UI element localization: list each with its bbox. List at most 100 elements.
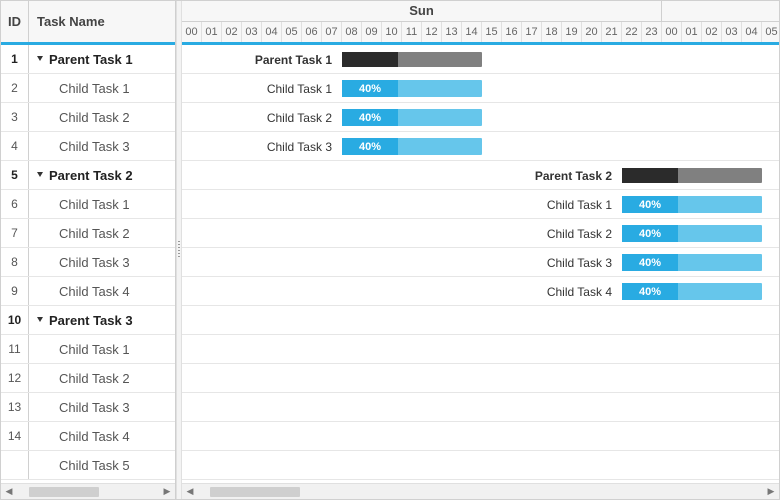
table-row[interactable]: 9Child Task 4 <box>1 277 175 306</box>
chart-row: Child Task 340% <box>182 248 779 277</box>
scroll-track[interactable] <box>198 485 763 499</box>
task-bar-label: Parent Task 2 <box>182 161 622 190</box>
timeline-scrollbar-h[interactable]: ◀ ▶ <box>182 483 779 499</box>
timeline-hour-cell: 01 <box>682 22 702 43</box>
scroll-left-icon[interactable]: ◀ <box>1 485 17 499</box>
timeline-hour-cell: 22 <box>622 22 642 43</box>
table-row[interactable]: 8Child Task 3 <box>1 248 175 277</box>
row-name-cell: Child Task 4 <box>29 277 175 305</box>
table-row[interactable]: 6Child Task 1 <box>1 190 175 219</box>
row-name-label: Child Task 3 <box>59 139 130 154</box>
row-name-cell: Child Task 1 <box>29 74 175 102</box>
timeline-day-cell <box>662 1 779 22</box>
timeline-hour-cell: 01 <box>202 22 222 43</box>
scroll-right-icon[interactable]: ▶ <box>159 485 175 499</box>
timeline-day-cell: Sun <box>182 1 662 22</box>
table-row[interactable]: Child Task 5 <box>1 451 175 480</box>
table-row[interactable]: 4Child Task 3 <box>1 132 175 161</box>
scroll-thumb[interactable] <box>210 487 300 497</box>
row-name-label: Child Task 2 <box>59 226 130 241</box>
task-bar[interactable]: 40% <box>622 283 762 300</box>
table-row[interactable]: 3Child Task 2 <box>1 103 175 132</box>
task-grid-pane: ID Task Name 1Parent Task 12Child Task 1… <box>1 1 176 499</box>
row-name-label: Child Task 3 <box>59 400 130 415</box>
row-id-cell: 12 <box>1 364 29 392</box>
chart-row: Child Task 440% <box>182 277 779 306</box>
expand-collapse-icon[interactable] <box>35 170 45 180</box>
table-row[interactable]: 5Parent Task 2 <box>1 161 175 190</box>
task-grid-body: 1Parent Task 12Child Task 13Child Task 2… <box>1 45 175 483</box>
table-row[interactable]: 11Child Task 1 <box>1 335 175 364</box>
row-name-cell: Child Task 5 <box>29 451 175 479</box>
task-grid-header: ID Task Name <box>1 1 175 45</box>
progress-fill: 40% <box>622 254 678 271</box>
row-name-label: Child Task 2 <box>59 371 130 386</box>
expand-collapse-icon[interactable] <box>35 315 45 325</box>
row-name-cell: Child Task 2 <box>29 103 175 131</box>
chart-row <box>182 335 779 364</box>
row-name-label: Child Task 4 <box>59 284 130 299</box>
table-row[interactable]: 1Parent Task 1 <box>1 45 175 74</box>
timeline-hour-cell: 14 <box>462 22 482 43</box>
progress-fill: 40% <box>342 80 398 97</box>
row-id-cell: 10 <box>1 306 29 334</box>
table-row[interactable]: 14 Child Task 4 <box>1 422 175 451</box>
row-name-label: Parent Task 3 <box>49 313 133 328</box>
row-name-label: Parent Task 1 <box>49 52 133 67</box>
row-name-label: Child Task 4 <box>59 429 130 444</box>
timeline-hour-cell: 12 <box>422 22 442 43</box>
table-row[interactable]: 10 Parent Task 3 <box>1 306 175 335</box>
summary-bar[interactable] <box>342 52 482 67</box>
chart-row <box>182 364 779 393</box>
task-bar[interactable]: 40% <box>622 225 762 242</box>
table-row[interactable]: 12 Child Task 2 <box>1 364 175 393</box>
row-name-label: Child Task 1 <box>59 81 130 96</box>
table-row[interactable]: 7 Child Task 2 <box>1 219 175 248</box>
table-row[interactable]: 13 Child Task 3 <box>1 393 175 422</box>
timeline-hour-cell: 04 <box>742 22 762 43</box>
task-bar[interactable]: 40% <box>342 138 482 155</box>
task-bar[interactable]: 40% <box>342 109 482 126</box>
task-bar-label: Child Task 3 <box>182 248 622 277</box>
task-bar[interactable]: 40% <box>622 254 762 271</box>
timeline-hour-cell: 09 <box>362 22 382 43</box>
timeline-header: Sun 000102030405060708091011121314151617… <box>182 1 779 45</box>
scroll-right-icon[interactable]: ▶ <box>763 485 779 499</box>
row-name-label: Child Task 5 <box>59 458 130 473</box>
scroll-track[interactable] <box>17 485 159 499</box>
timeline-hour-cell: 17 <box>522 22 542 43</box>
timeline-hour-cell: 02 <box>702 22 722 43</box>
row-name-cell: Child Task 3 <box>29 132 175 160</box>
timeline-hour-cell: 06 <box>302 22 322 43</box>
task-bar[interactable]: 40% <box>342 80 482 97</box>
row-id-cell: 13 <box>1 393 29 421</box>
scroll-left-icon[interactable]: ◀ <box>182 485 198 499</box>
row-name-label: Parent Task 2 <box>49 168 133 183</box>
row-name-cell: Child Task 2 <box>29 364 175 392</box>
gantt-container: ID Task Name 1Parent Task 12Child Task 1… <box>0 0 780 500</box>
task-bar[interactable]: 40% <box>622 196 762 213</box>
timeline-pane: Sun 000102030405060708091011121314151617… <box>182 1 779 499</box>
task-grid-scrollbar-h[interactable]: ◀ ▶ <box>1 483 175 499</box>
timeline-body[interactable]: Parent Task 1Child Task 140%Child Task 2… <box>182 45 779 483</box>
table-row[interactable]: 2Child Task 1 <box>1 74 175 103</box>
row-id-cell: 14 <box>1 422 29 450</box>
column-header-id[interactable]: ID <box>1 1 29 42</box>
timeline-hour-cell: 04 <box>262 22 282 43</box>
task-bar-label: Child Task 2 <box>182 219 622 248</box>
progress-fill: 40% <box>622 196 678 213</box>
chart-row: Child Task 140% <box>182 74 779 103</box>
row-id-cell: 11 <box>1 335 29 363</box>
scroll-thumb[interactable] <box>29 487 99 497</box>
row-id-cell: 7 <box>1 219 29 247</box>
progress-fill <box>622 168 678 183</box>
column-header-task-name[interactable]: Task Name <box>29 1 175 42</box>
row-name-cell: Parent Task 2 <box>29 161 175 189</box>
timeline-hour-cell: 03 <box>722 22 742 43</box>
expand-collapse-icon[interactable] <box>35 54 45 64</box>
timeline-day-row: Sun <box>182 1 779 22</box>
summary-bar[interactable] <box>622 168 762 183</box>
chart-row: Parent Task 2 <box>182 161 779 190</box>
timeline-hour-cell: 13 <box>442 22 462 43</box>
timeline-hour-cell: 11 <box>402 22 422 43</box>
